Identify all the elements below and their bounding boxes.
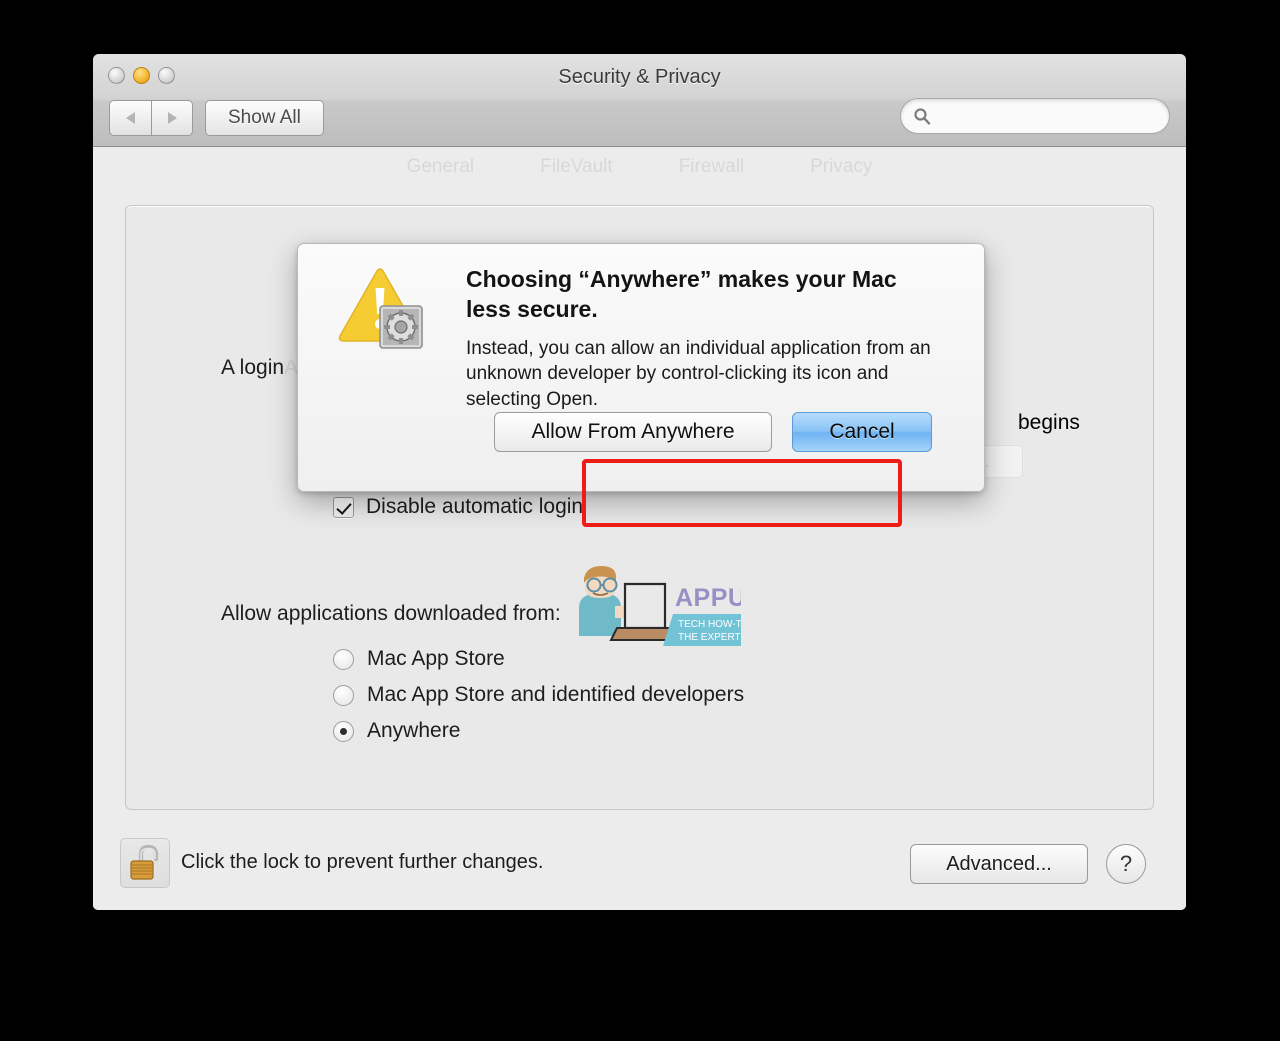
disable-auto-login-row[interactable]: Disable automatic login [333, 495, 583, 519]
allow-apps-label: Allow applications downloaded from: [221, 602, 561, 625]
chevron-left-icon [126, 112, 135, 124]
tab-privacy[interactable]: Privacy [810, 156, 872, 178]
radio-row-mac-app-store[interactable]: Mac App Store [333, 647, 505, 671]
search-icon [914, 108, 931, 125]
advanced-button[interactable]: Advanced... [910, 844, 1088, 884]
navigation-buttons [109, 100, 193, 136]
back-button[interactable] [109, 100, 151, 136]
window-title: Security & Privacy [558, 66, 721, 88]
disable-auto-login-label: Disable automatic login [366, 495, 584, 518]
tab-filevault[interactable]: FileVault [540, 156, 613, 178]
radio-label-anywhere: Anywhere [367, 719, 461, 742]
lock-caption: Click the lock to prevent further change… [181, 851, 544, 873]
alert-body-text: Instead, you can allow an individual app… [466, 338, 931, 410]
chevron-right-icon [167, 112, 177, 124]
warning-triangle-icon [336, 266, 424, 350]
help-button[interactable]: ? [1106, 844, 1146, 884]
disable-auto-login-checkbox[interactable] [333, 496, 354, 518]
show-all-button[interactable]: Show All [205, 100, 324, 136]
allow-from-anywhere-button[interactable]: Allow From Anywhere [494, 412, 772, 452]
radio-row-anywhere[interactable]: Anywhere [333, 719, 460, 743]
radio-identified-developers[interactable] [333, 684, 354, 706]
require-password-tail: begins [1018, 411, 1080, 434]
search-field[interactable] [900, 98, 1170, 134]
forward-button[interactable] [151, 100, 193, 136]
alert-button-row: Allow From Anywhere Cancel [494, 412, 932, 452]
system-preferences-gear-badge [379, 305, 423, 349]
window-titlebar: Security & Privacy Show All [93, 54, 1186, 147]
radio-anywhere[interactable] [333, 720, 354, 742]
tab-general[interactable]: General [407, 156, 475, 178]
annotation-highlight-rectangle [582, 459, 902, 527]
open-padlock-icon [130, 844, 159, 880]
radio-label-identified-developers: Mac App Store and identified developers [367, 683, 745, 706]
gatekeeper-alert-dialog: Choosing “Anywhere” makes your Mac less … [297, 243, 985, 492]
tab-firewall[interactable]: Firewall [679, 156, 744, 178]
search-input[interactable] [938, 107, 1157, 125]
cancel-button[interactable]: Cancel [792, 412, 932, 452]
window-body: General FileVault Firewall Privacy A log… [93, 147, 1186, 910]
radio-label-mac-app-store: Mac App Store [367, 647, 505, 670]
security-privacy-window: Security & Privacy Show All General File… [93, 54, 1186, 910]
radio-row-identified-developers[interactable]: Mac App Store and identified developers [333, 683, 744, 707]
alert-heading: Choosing “Anywhere” makes your Mac less … [466, 266, 897, 323]
radio-mac-app-store[interactable] [333, 648, 354, 670]
lock-button[interactable] [120, 838, 170, 888]
tab-bar: General FileVault Firewall Privacy [93, 150, 1186, 184]
